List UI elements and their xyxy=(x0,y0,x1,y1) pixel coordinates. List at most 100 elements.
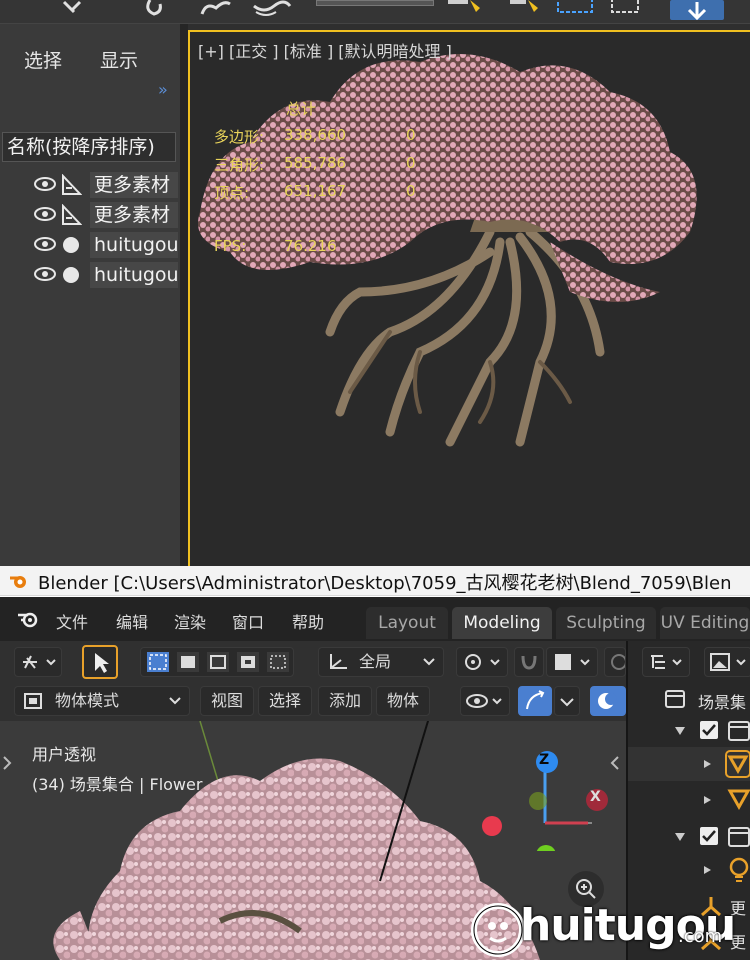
max-window: 选择 显示 » 名称(按降序排序) 更多素材 更多素材 huitugou hui… xyxy=(0,0,750,566)
stat-selected: 0 xyxy=(406,126,416,144)
light-bulb-icon[interactable] xyxy=(726,855,750,885)
outliner-display-mode[interactable] xyxy=(642,647,690,677)
checkbox-icon[interactable] xyxy=(698,825,720,847)
snap-target-dropdown[interactable] xyxy=(546,647,598,677)
stat-label: 顶点: xyxy=(214,184,250,202)
move-icon xyxy=(687,2,707,21)
eye-icon[interactable] xyxy=(34,206,56,222)
stat-label: 三角形: xyxy=(214,156,265,174)
blender-logo-icon[interactable] xyxy=(16,609,40,629)
tree-item-label[interactable]: huitugou xyxy=(90,262,178,288)
tree-row[interactable]: huitugou xyxy=(0,260,178,290)
cherry-tree-model xyxy=(198,54,697,447)
tree-row[interactable]: 更多素材 xyxy=(0,170,178,200)
tab-select[interactable]: 选择 xyxy=(24,46,62,73)
viewport-label[interactable]: [+] [正交 ] [标准 ] [默认明暗处理 ] xyxy=(198,38,452,62)
tab-modeling[interactable]: Modeling xyxy=(452,607,552,639)
select-object-icon[interactable] xyxy=(446,0,486,18)
menu-view[interactable]: 视图 xyxy=(200,686,254,716)
stat-label: 多边形: xyxy=(214,128,265,146)
proportional-edit-toggle[interactable] xyxy=(604,647,626,677)
stats-header: 总计 xyxy=(286,100,317,118)
bind-icon[interactable] xyxy=(140,0,170,18)
stat-value: 585,786 xyxy=(284,154,347,172)
expand-chevron-icon[interactable]: » xyxy=(158,80,168,99)
mode-dropdown[interactable]: 物体模式 xyxy=(14,686,190,716)
stat-selected: 0 xyxy=(406,154,416,172)
selection-filter-dropdown[interactable] xyxy=(316,0,434,6)
unlink-icon[interactable] xyxy=(60,0,100,18)
eye-icon[interactable] xyxy=(34,266,56,282)
blender-title-bar: Blender [C:\Users\Administrator\Desktop\… xyxy=(0,566,750,596)
tab-uv-editing[interactable]: UV Editing xyxy=(660,607,750,639)
rect-select-region-icon[interactable] xyxy=(556,0,598,18)
tab-display[interactable]: 显示 xyxy=(100,46,138,73)
chevron-down-icon xyxy=(423,658,435,666)
eye-icon[interactable] xyxy=(34,176,56,192)
outliner-column-header[interactable]: 名称(按降序排序) xyxy=(2,132,176,162)
outliner-filter[interactable] xyxy=(704,647,750,677)
stat-selected: 0 xyxy=(406,182,416,200)
mesh-triangle-icon[interactable] xyxy=(726,785,750,813)
tool-header: 全局 xyxy=(0,641,626,681)
window-crossing-icon[interactable] xyxy=(610,0,644,18)
mesh-triangle-icon[interactable] xyxy=(724,749,750,779)
checkbox-icon[interactable] xyxy=(698,719,720,741)
overlay-icon xyxy=(598,693,617,709)
gizmo-toggle[interactable] xyxy=(518,686,552,716)
menu-object[interactable]: 物体 xyxy=(376,686,430,716)
tab-layout[interactable]: Layout xyxy=(366,607,448,639)
object-transform-icon xyxy=(23,655,56,669)
select-and-move-button[interactable] xyxy=(670,0,724,21)
pivot-icon xyxy=(465,654,500,670)
overlay-toggle[interactable] xyxy=(590,686,626,716)
tree-item-label[interactable]: 更多素材 xyxy=(90,202,178,228)
expand-arrow-icon[interactable] xyxy=(674,725,686,737)
editor-type-dropdown[interactable] xyxy=(14,647,62,677)
top-menu-bar: 文件 编辑 渲染 窗口 帮助 Layout Modeling Sculpting… xyxy=(0,597,750,641)
menu-render[interactable]: 渲染 xyxy=(174,609,206,633)
tree-row[interactable]: huitugou xyxy=(0,230,178,260)
menu-file[interactable]: 文件 xyxy=(56,609,88,633)
menu-window[interactable]: 窗口 xyxy=(232,609,264,633)
sphere-icon xyxy=(63,237,79,253)
expand-arrow-icon[interactable] xyxy=(702,865,712,875)
menu-add[interactable]: 添加 xyxy=(318,686,372,716)
scene-collection-label[interactable]: 场景集 xyxy=(698,689,746,713)
neg-x-gizmo-ball xyxy=(482,816,502,836)
menu-help[interactable]: 帮助 xyxy=(292,609,324,633)
orientation-axes-icon xyxy=(330,654,347,669)
space-warp-icon[interactable] xyxy=(252,0,292,18)
eye-icon[interactable] xyxy=(34,236,56,252)
transform-orientation-dropdown[interactable]: 全局 xyxy=(318,647,444,677)
snap-toggle[interactable] xyxy=(514,647,544,677)
tree-item-label[interactable]: huitugou xyxy=(90,232,178,258)
select-tool-button[interactable] xyxy=(82,645,118,679)
image-icon xyxy=(710,653,746,671)
expand-arrow-icon[interactable] xyxy=(674,831,686,843)
menu-select[interactable]: 选择 xyxy=(258,686,312,716)
panel-divider[interactable] xyxy=(180,24,188,566)
viewport-header: 物体模式 视图 选择 添加 物体 xyxy=(0,681,626,721)
pivot-point-dropdown[interactable] xyxy=(456,647,508,677)
stat-value: 338,660 xyxy=(284,126,347,144)
selection-mode-group xyxy=(140,647,294,677)
z-axis-label: Z xyxy=(539,752,550,768)
gizmo-dropdown[interactable] xyxy=(554,686,580,716)
perspective-viewport[interactable]: [+] [正交 ] [标准 ] [默认明暗处理 ] 总计 多边形: 338,66… xyxy=(188,30,750,566)
tree-item-label[interactable]: 更多素材 xyxy=(90,172,178,198)
chevron-right-icon[interactable] xyxy=(0,751,14,775)
mode-label: 物体模式 xyxy=(55,691,120,710)
window-title: Blender [C:\Users\Administrator\Desktop\… xyxy=(38,573,732,594)
object-mode-icon xyxy=(24,693,42,709)
menu-edit[interactable]: 编辑 xyxy=(116,609,148,633)
selection-mode-icons[interactable] xyxy=(141,648,294,676)
visibility-dropdown[interactable] xyxy=(460,686,510,716)
select-by-name-icon[interactable] xyxy=(508,0,542,18)
expand-arrow-icon[interactable] xyxy=(702,795,712,805)
chevron-down-icon xyxy=(169,697,181,705)
link-icon[interactable] xyxy=(198,0,234,18)
expand-arrow-icon[interactable] xyxy=(702,759,712,769)
tree-row[interactable]: 更多素材 xyxy=(0,200,178,230)
tab-sculpting[interactable]: Sculpting xyxy=(556,607,656,639)
